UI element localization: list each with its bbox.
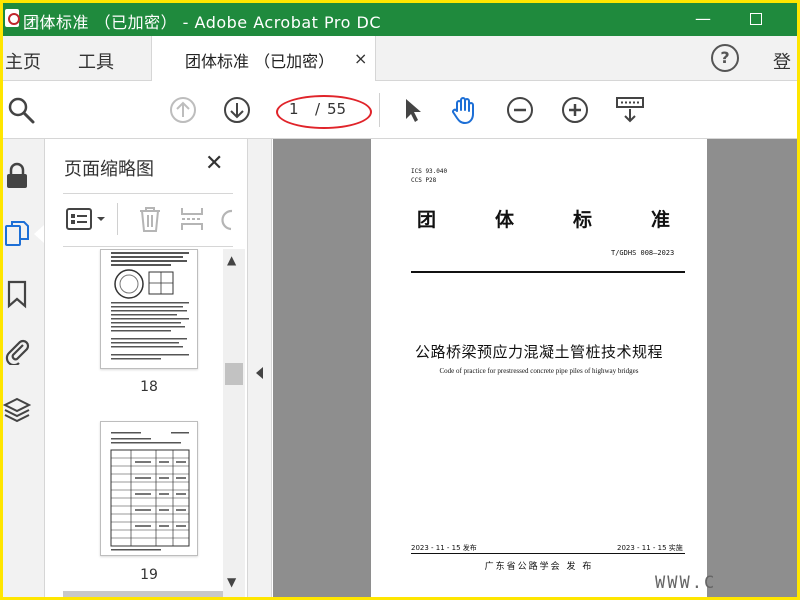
page-separator: / [315, 100, 321, 118]
toolbar-divider [379, 93, 380, 127]
left-rail [3, 139, 45, 597]
document-tab-label: 团体标准 （已加密） [185, 52, 335, 71]
page-19-preview [110, 432, 190, 551]
horizontal-scrollbar[interactable] [63, 591, 223, 597]
panel-tool-divider [117, 203, 118, 235]
standard-number: T/GDHS 008—2023 [611, 249, 675, 257]
help-button[interactable]: ? [711, 44, 739, 72]
thumbnail-label: 18 [140, 379, 158, 395]
panel-splitter[interactable] [248, 139, 272, 597]
maximize-icon [750, 13, 762, 25]
previous-page-icon[interactable] [167, 94, 199, 126]
current-page-input[interactable]: 1 [289, 100, 299, 118]
document-title-en: Code of practice for prestressed concret… [439, 367, 639, 375]
bookmark-icon[interactable] [3, 279, 31, 309]
watermark-bottom: WWW.C [655, 573, 717, 593]
implement-date: 2023 - 11 - 15 实施 [617, 544, 683, 552]
scroll-up-button[interactable]: ▲ [227, 253, 236, 267]
document-view[interactable]: ICS 93.040 CCS P28 团 体 标 准 T/GDHS 008—20… [273, 139, 797, 597]
close-tab-button[interactable]: × [354, 49, 367, 68]
toolbar: 1 / 55 [3, 81, 797, 139]
ics-code: ICS 93.040 CCS P28 [411, 168, 448, 184]
thumbnail-options-icon[interactable] [65, 207, 109, 233]
total-pages: 55 [327, 100, 347, 118]
page-number-box[interactable]: 1 / 55 [279, 97, 367, 123]
page-18-preview [111, 252, 189, 360]
issuer: 广东省公路学会 发 布 [484, 562, 594, 572]
panel-divider [63, 246, 233, 247]
thumbnail-list[interactable]: 18 19 [45, 249, 223, 597]
panel-close-button[interactable]: ✕ [205, 151, 223, 176]
title-bar: 团体标准 （已加密） - Adobe Acrobat Pro DC 迅阅 — [3, 3, 797, 36]
next-page-icon[interactable] [221, 94, 253, 126]
panel-title: 页面缩略图 [64, 159, 154, 180]
tab-home[interactable]: 主页 [5, 48, 41, 74]
insert-page-icon[interactable] [179, 205, 205, 233]
thumbnails-panel: 页面缩略图 ✕ 18 19 ▲ ▼ [45, 139, 248, 597]
panel-toolbar [63, 197, 233, 243]
layers-icon[interactable] [3, 395, 31, 425]
tab-tools[interactable]: 工具 [78, 48, 114, 74]
delete-icon[interactable] [137, 205, 163, 233]
tab-bar: 主页 工具 团体标准 （已加密） × ? 登 [3, 36, 797, 81]
scrollbar-thumb[interactable] [225, 363, 243, 385]
scroll-mode-icon[interactable] [614, 94, 646, 126]
document-tab[interactable]: 团体标准 （已加密） × [151, 36, 376, 81]
scroll-down-button[interactable]: ▼ [227, 575, 236, 589]
attachment-icon[interactable] [3, 335, 31, 365]
selected-indicator [34, 225, 44, 243]
thumbnail-page-18[interactable] [100, 249, 198, 369]
panel-divider [63, 193, 233, 194]
rotate-icon[interactable] [219, 205, 233, 233]
publish-date: 2023 - 11 - 15 发布 [411, 544, 477, 552]
window-title: 团体标准 （已加密） - Adobe Acrobat Pro DC [23, 13, 381, 32]
document-title-cn: 公路桥梁预应力混凝土管桩技术规程 [414, 343, 663, 361]
header-rule [411, 271, 685, 273]
footer-rule [411, 553, 685, 554]
thumbnail-page-19[interactable] [100, 421, 198, 556]
zoom-in-icon[interactable] [559, 94, 591, 126]
select-cursor-icon[interactable] [397, 94, 429, 126]
lock-icon[interactable] [3, 161, 31, 191]
search-icon[interactable] [5, 94, 37, 126]
login-button[interactable]: 登 [773, 48, 791, 74]
acrobat-logo-icon [5, 9, 20, 27]
maximize-button[interactable] [736, 7, 776, 31]
zoom-out-icon[interactable] [504, 94, 536, 126]
document-page: ICS 93.040 CCS P28 团 体 标 准 T/GDHS 008—20… [371, 139, 707, 597]
minimize-button[interactable]: — [683, 7, 723, 31]
collapse-panel-icon[interactable] [256, 367, 263, 379]
app-window: 团体标准 （已加密） - Adobe Acrobat Pro DC 迅阅 — 主… [3, 3, 797, 597]
thumbnail-scrollbar[interactable]: ▲ ▼ [223, 249, 245, 597]
hand-tool-icon[interactable] [448, 94, 480, 126]
page-thumbnails-icon[interactable] [3, 219, 31, 249]
thumbnail-label: 19 [140, 567, 158, 583]
